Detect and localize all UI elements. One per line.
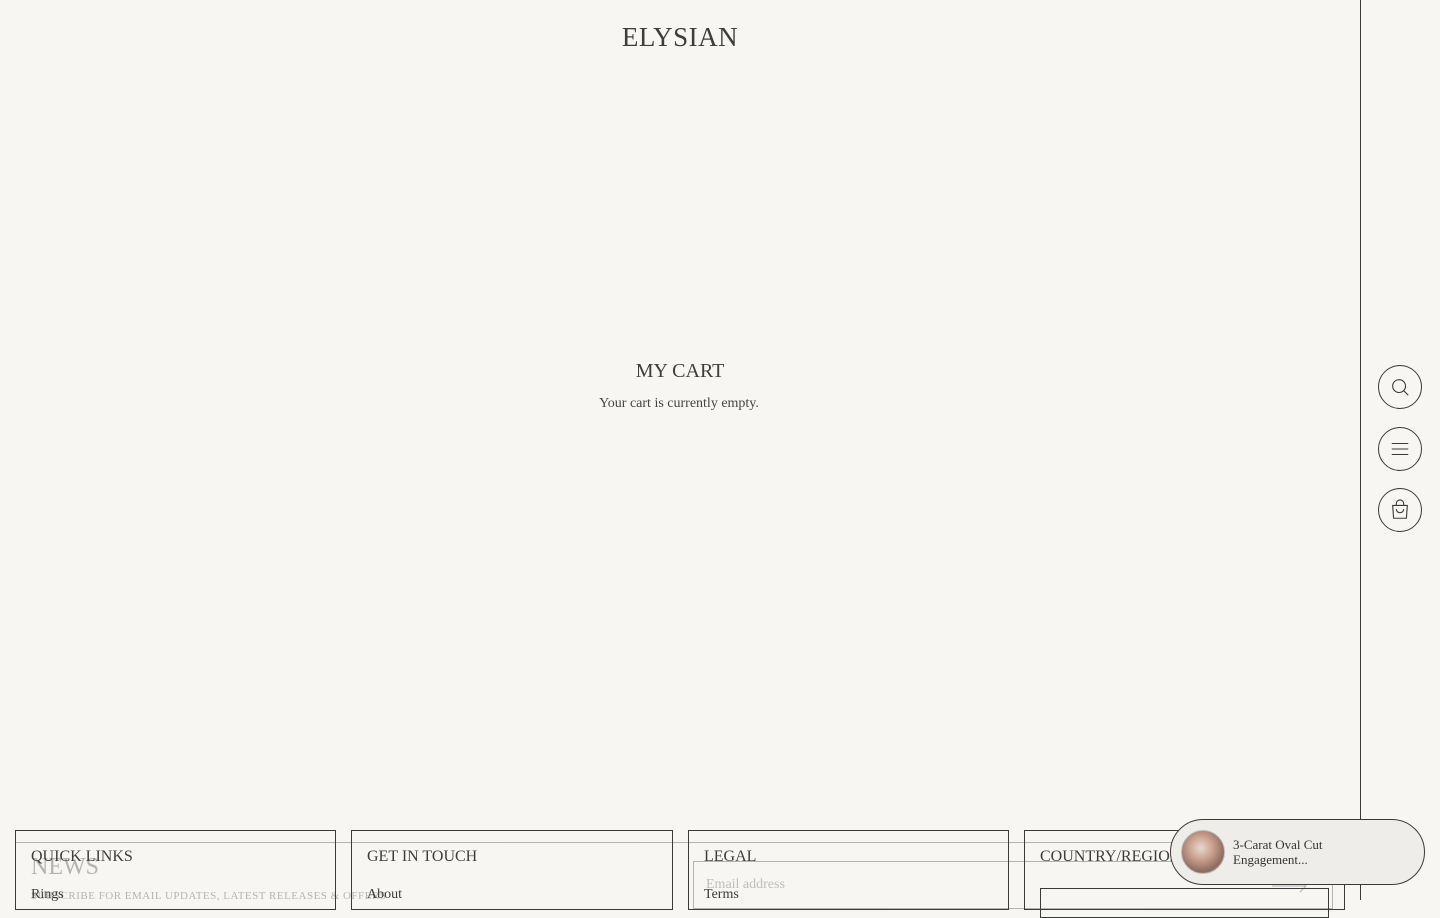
footer-legal: LEGAL Terms	[688, 830, 1009, 910]
get-in-touch-heading: GET IN TOUCH	[367, 848, 478, 865]
product-name: 3-Carat Oval Cut Engagement...	[1233, 837, 1323, 867]
legal-heading: LEGAL	[704, 848, 757, 865]
search-button[interactable]	[1378, 365, 1422, 409]
footer-get-in-touch: GET IN TOUCH About	[351, 830, 673, 910]
menu-button[interactable]	[1378, 427, 1422, 471]
cart-button[interactable]	[1378, 488, 1422, 532]
brand-logo[interactable]: ELYSIAN	[0, 22, 1360, 53]
footer-link-about[interactable]: About	[367, 887, 402, 903]
cart-empty-message: Your cart is currently empty.	[599, 396, 759, 411]
country-select[interactable]	[1040, 888, 1329, 918]
menu-icon	[1391, 442, 1409, 456]
search-icon	[1392, 379, 1409, 396]
country-heading: COUNTRY/REGION	[1040, 848, 1182, 865]
main-area: ELYSIAN MY CART Your cart is currently e…	[0, 0, 1360, 900]
recent-product-pill[interactable]: 3-Carat Oval Cut Engagement...	[1170, 819, 1425, 885]
product-thumbnail	[1181, 830, 1225, 874]
footer-quick-links: QUICK LINKS Rings	[15, 830, 336, 910]
quick-links-heading: QUICK LINKS	[31, 848, 133, 865]
footer-link-rings[interactable]: Rings	[31, 887, 64, 903]
cart-title: MY CART	[635, 360, 725, 382]
bag-icon	[1392, 499, 1408, 519]
sidebar-divider	[1360, 0, 1361, 900]
footer-link-terms[interactable]: Terms	[704, 887, 739, 903]
